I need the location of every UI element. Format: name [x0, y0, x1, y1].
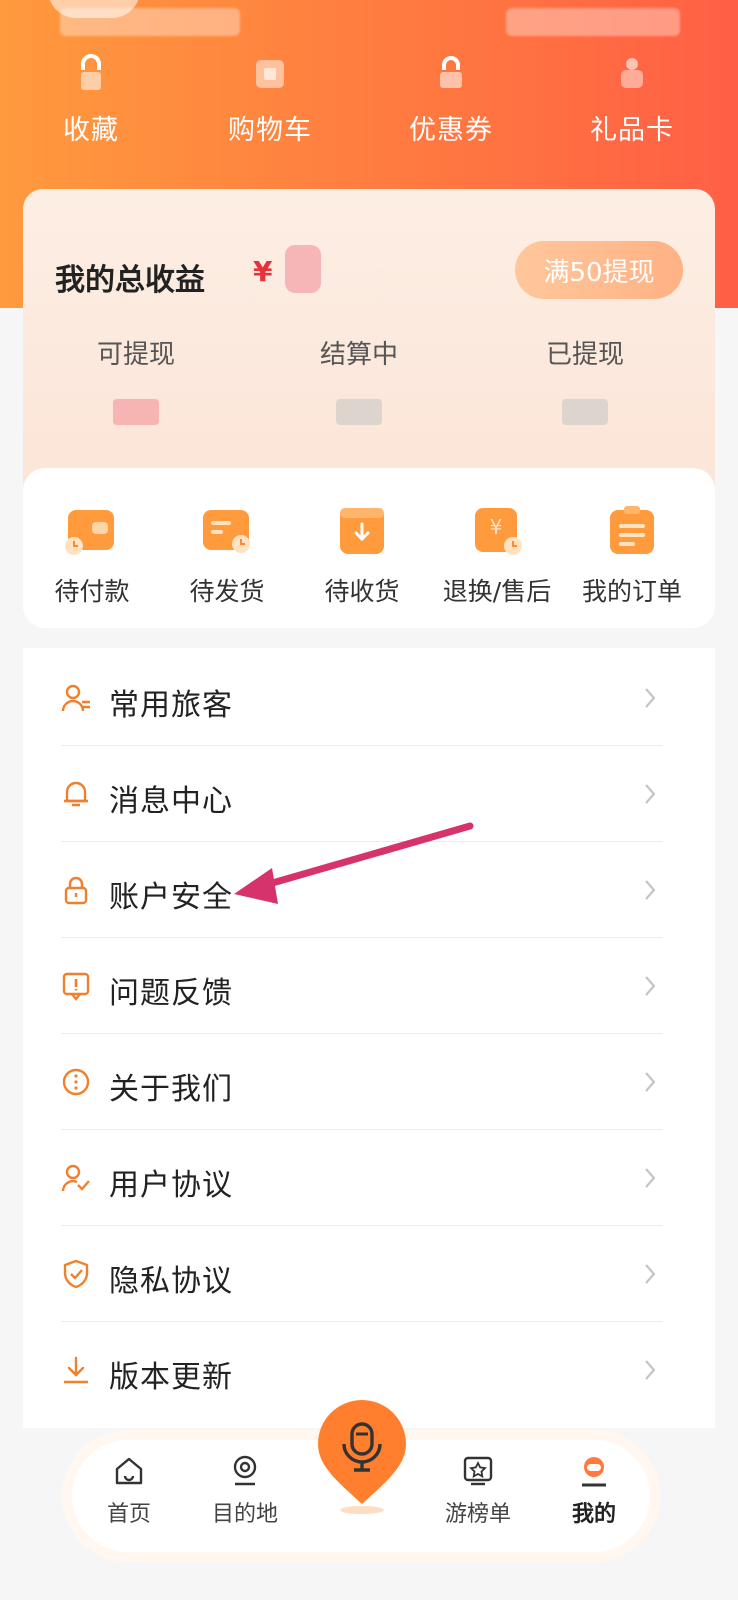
menu-item-message-center[interactable]: 消息中心 [61, 746, 663, 842]
redacted-total-amount [285, 245, 321, 293]
chevron-right-icon [645, 1360, 656, 1380]
menu-item-feedback[interactable]: 问题反馈 [61, 938, 663, 1034]
menu-item-account-security[interactable]: 账户安全 [61, 842, 663, 938]
quick-action-coupons[interactable]: 优惠券 [381, 52, 521, 147]
withdraw-button[interactable]: 满50提现 [515, 241, 683, 299]
info-dots-icon [62, 1068, 90, 1096]
order-pending-shipment[interactable]: 待发货 [158, 504, 296, 608]
box-download-icon [340, 508, 384, 554]
currency-symbol: ¥ [253, 255, 273, 288]
chevron-right-icon [645, 976, 656, 996]
download-icon [64, 1356, 88, 1384]
gift-card-icon [621, 58, 643, 88]
chevron-right-icon [645, 1168, 656, 1188]
redacted-value [562, 399, 608, 425]
voice-assistant-button[interactable] [318, 1400, 406, 1518]
stat-withdrawn[interactable]: 已提现 [475, 334, 695, 425]
order-list-icon [610, 506, 654, 554]
traveler-icon [61, 684, 90, 712]
chevron-right-icon [645, 1264, 656, 1284]
menu-item-about-us[interactable]: 关于我们 [61, 1034, 663, 1130]
earnings-title: 我的总收益 [55, 263, 205, 298]
order-returns[interactable]: ¥ 退换/售后 [428, 504, 566, 608]
quick-action-gift-card[interactable]: 礼品卡 [562, 52, 702, 147]
wallet-clock-icon [65, 510, 114, 555]
chevron-right-icon [645, 784, 656, 804]
menu-item-privacy-policy[interactable]: 隐私协议 [61, 1226, 663, 1322]
location-icon [233, 1455, 257, 1486]
chevron-right-icon [645, 1072, 656, 1092]
chevron-right-icon [645, 688, 656, 708]
quick-action-favorites[interactable]: 收藏 [21, 52, 161, 147]
coupon-icon [440, 56, 462, 88]
tab-destinations[interactable]: 目的地 [195, 1454, 295, 1528]
yen-refund-icon: ¥ [475, 508, 522, 555]
redacted-info [506, 8, 680, 36]
ranking-icon [463, 1456, 493, 1486]
lock-icon [64, 876, 88, 905]
redacted-value [336, 399, 382, 425]
svg-text:¥: ¥ [490, 515, 503, 539]
tab-profile[interactable]: 我的 [544, 1454, 644, 1528]
menu-item-user-agreement[interactable]: 用户协议 [61, 1130, 663, 1226]
tab-rankings[interactable]: 游榜单 [428, 1454, 528, 1528]
redacted-username [60, 8, 240, 36]
quick-actions: 收藏 购物车 优惠券 礼品卡 [0, 52, 738, 162]
box-clock-icon [203, 510, 250, 553]
stat-settling[interactable]: 结算中 [249, 334, 469, 425]
orders-panel: 待付款 待发货 待收货 ¥ 退换/售后 我的订单 [23, 468, 715, 628]
settings-menu: 常用旅客 消息中心 账户安全 问题反馈 关于我们 用户协议 隐私协议 版本更新 [23, 648, 715, 1428]
quick-action-cart[interactable]: 购物车 [200, 52, 340, 147]
earnings-stats: 可提现 结算中 已提现 [23, 334, 715, 444]
chevron-right-icon [645, 880, 656, 900]
menu-item-frequent-travelers[interactable]: 常用旅客 [61, 650, 663, 746]
cart-icon [256, 60, 284, 88]
order-pending-payment[interactable]: 待付款 [23, 504, 161, 608]
feedback-icon [62, 972, 90, 1001]
home-icon [115, 1457, 143, 1485]
order-all[interactable]: 我的订单 [563, 504, 701, 608]
favorite-icon [81, 54, 101, 90]
user-agreement-icon [61, 1164, 90, 1192]
shield-check-icon [63, 1259, 89, 1289]
redacted-value [113, 399, 159, 425]
stat-withdrawable[interactable]: 可提现 [26, 334, 246, 425]
tab-home[interactable]: 首页 [79, 1454, 179, 1528]
profile-icon [582, 1457, 606, 1487]
bell-icon [64, 781, 88, 807]
order-pending-receipt[interactable]: 待收货 [293, 504, 431, 608]
